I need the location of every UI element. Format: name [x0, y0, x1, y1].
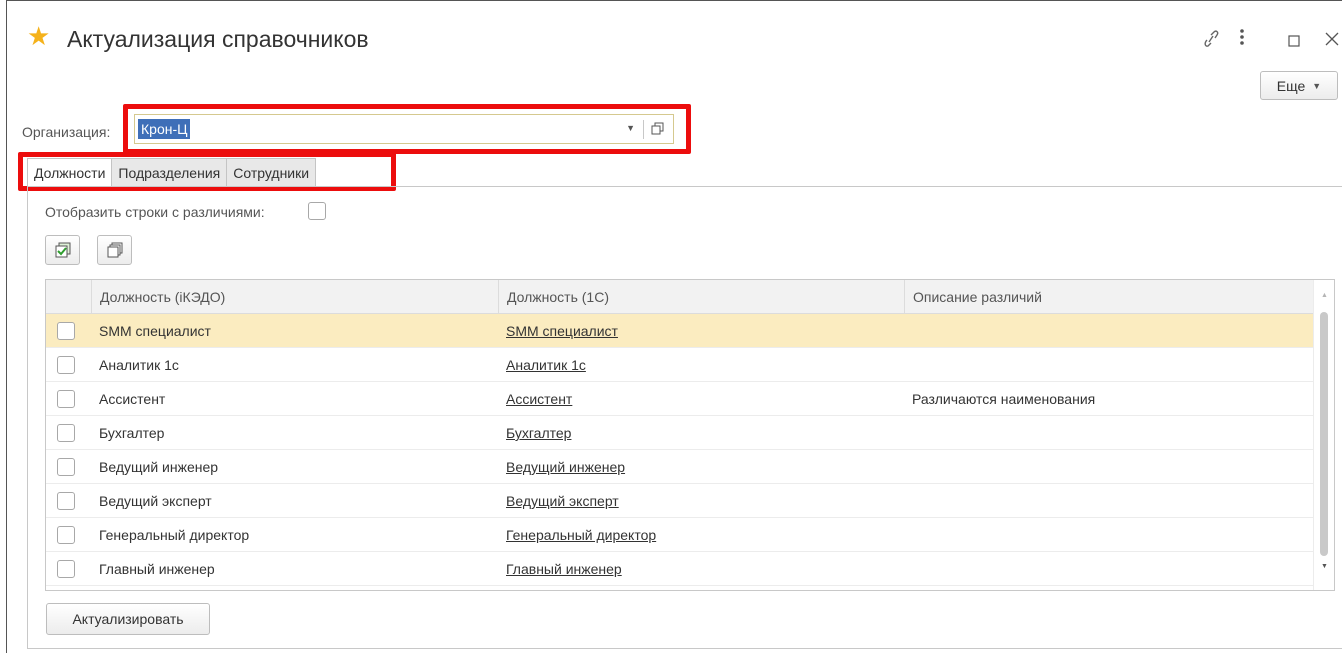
cell-differences	[904, 552, 912, 586]
column-header-1c[interactable]: Должность (1С)	[498, 280, 904, 314]
favorite-star-icon[interactable]: ★	[27, 23, 50, 49]
field-separator	[643, 120, 644, 139]
tab-positions[interactable]: Должности	[27, 158, 113, 187]
cell-ikedo: SMM специалист	[99, 323, 211, 339]
row-checkbox[interactable]	[57, 424, 75, 442]
row-checkbox[interactable]	[57, 492, 75, 510]
cell-ikedo: Генеральный директор	[99, 527, 250, 543]
table-row[interactable]: Бухгалтер Бухгалтер	[46, 416, 1314, 450]
check-all-icon	[55, 242, 70, 258]
cell-1c-link[interactable]: Ведущий инженер	[498, 450, 625, 484]
cell-1c-link[interactable]: Главный инженер	[498, 552, 622, 586]
positions-table: Должность (iКЭДО) Должность (1С) Описани…	[45, 279, 1335, 591]
table-row[interactable]: Ведущий инженер Ведущий инженер	[46, 450, 1314, 484]
cell-1c-link[interactable]: Ведущий эксперт	[498, 484, 619, 518]
show-differences-label: Отобразить строки с различиями:	[45, 204, 265, 220]
cell-differences	[904, 348, 912, 382]
more-actions-label: Еще	[1276, 77, 1306, 94]
table-row[interactable]: Ведущий эксперт Ведущий эксперт	[46, 484, 1314, 518]
open-item-icon[interactable]	[651, 122, 665, 136]
row-checkbox[interactable]	[57, 390, 75, 408]
cell-differences	[904, 450, 912, 484]
cell-1c-link[interactable]: Генеральный директор	[498, 518, 656, 552]
dialog-window: ★ Актуализация справочников Еще ▼ Органи…	[6, 0, 1342, 653]
cell-1c-link[interactable]: SMM специалист	[498, 314, 618, 348]
row-checkbox[interactable]	[57, 356, 75, 374]
chevron-down-icon: ▼	[1312, 80, 1322, 91]
row-checkbox[interactable]	[57, 458, 75, 476]
cell-differences	[904, 518, 912, 552]
actualize-button[interactable]: Актуализировать	[46, 603, 210, 635]
cell-ikedo: Бухгалтер	[99, 425, 165, 441]
row-checkbox[interactable]	[57, 526, 75, 544]
cell-differences	[904, 314, 912, 348]
table-row[interactable]: Ассистент Ассистент Различаются наименов…	[46, 382, 1314, 416]
organization-label: Организация:	[22, 124, 111, 140]
table-header: Должность (iКЭДО) Должность (1С) Описани…	[46, 280, 1314, 314]
column-header-ikedo[interactable]: Должность (iКЭДО)	[91, 280, 498, 314]
link-icon[interactable]	[1202, 29, 1220, 52]
table-row[interactable]: Главный инженер Главный инженер	[46, 552, 1314, 586]
uncheck-all-icon	[107, 242, 122, 258]
cell-1c-link[interactable]: Бухгалтер	[498, 416, 571, 450]
show-differences-checkbox[interactable]	[308, 202, 326, 220]
tab-bar: Должности Подразделения Сотрудники	[27, 158, 317, 187]
table-row[interactable]: SMM специалист SMM специалист	[46, 314, 1314, 348]
scrollbar-thumb[interactable]	[1320, 312, 1328, 556]
row-checkbox[interactable]	[57, 322, 75, 340]
row-checkbox[interactable]	[57, 560, 75, 578]
organization-value[interactable]: Крон-Ц	[138, 119, 191, 139]
table-row[interactable]: Аналитик 1с Аналитик 1с	[46, 348, 1314, 382]
cell-ikedo: Ведущий эксперт	[99, 493, 212, 509]
check-all-button[interactable]	[45, 235, 80, 265]
table-row[interactable]: Генеральный директор Генеральный директо…	[46, 518, 1314, 552]
cell-1c-link[interactable]: Ассистент	[498, 382, 572, 416]
uncheck-all-button[interactable]	[97, 235, 132, 265]
organization-field[interactable]: Крон-Ц ▼	[134, 114, 674, 144]
tab-panel: Отобразить строки с различиями: Должност…	[27, 186, 1342, 649]
scroll-up-icon[interactable]: ▲	[1321, 292, 1328, 299]
maximize-icon[interactable]	[1288, 32, 1300, 50]
cell-differences	[904, 484, 912, 518]
cell-differences: Различаются наименования	[912, 391, 1096, 407]
cell-1c-link[interactable]: Аналитик 1с	[498, 348, 586, 382]
more-actions-button[interactable]: Еще ▼	[1260, 71, 1338, 100]
tab-departments[interactable]: Подразделения	[112, 158, 228, 187]
cell-ikedo: Главный инженер	[99, 561, 215, 577]
column-header-differences[interactable]: Описание различий	[904, 280, 1314, 314]
scroll-down-icon[interactable]: ▼	[1321, 563, 1328, 570]
dropdown-arrow-icon[interactable]: ▼	[626, 123, 635, 133]
tab-employees[interactable]: Сотрудники	[227, 158, 317, 187]
close-icon[interactable]	[1325, 31, 1339, 49]
page-title: Актуализация справочников	[67, 26, 369, 52]
table-scrollbar[interactable]: ▲ ▼	[1313, 280, 1334, 590]
cell-ikedo: Ассистент	[99, 391, 166, 407]
cell-differences	[904, 416, 912, 450]
cell-ikedo: Ведущий инженер	[99, 459, 219, 475]
cell-ikedo: Аналитик 1с	[99, 357, 179, 373]
more-vert-icon[interactable]	[1239, 27, 1245, 50]
